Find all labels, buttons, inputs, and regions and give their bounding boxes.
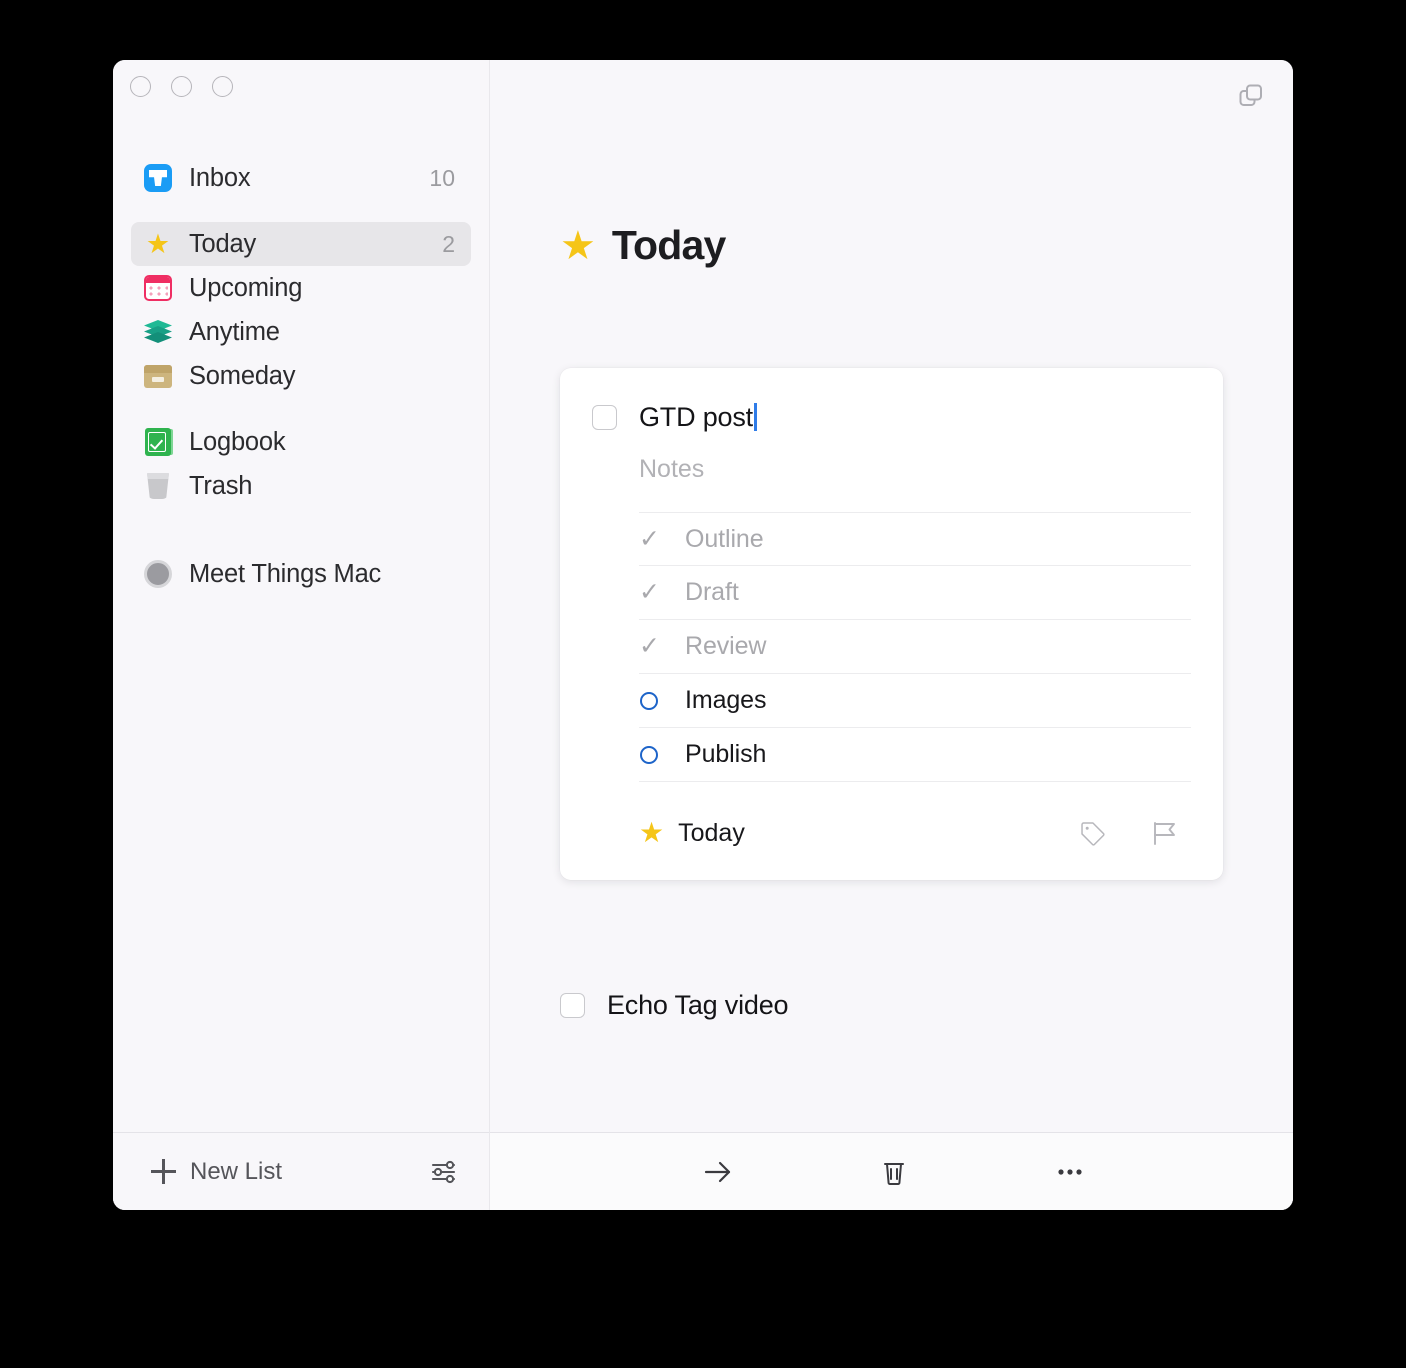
task-checkbox[interactable]: [560, 993, 585, 1018]
main-content: ★ Today GTD post Notes ✓ Outline ✓ Draft…: [490, 138, 1293, 1132]
task-card-actions: [1075, 816, 1191, 850]
sidebar-item-label: Anytime: [189, 317, 280, 346]
main-toolbar: [490, 60, 1293, 138]
star-icon: ★: [639, 817, 665, 848]
sidebar-item-count: 10: [429, 164, 455, 191]
task-row[interactable]: Echo Tag video: [560, 990, 1223, 1021]
inbox-icon: [143, 163, 173, 193]
checklist-item[interactable]: ✓ Outline: [639, 512, 1191, 566]
sidebar-item-meet-things-mac[interactable]: Meet Things Mac: [131, 552, 471, 596]
sidebar-item-label: Trash: [189, 471, 253, 500]
sidebar-item-someday[interactable]: Someday: [131, 354, 471, 398]
sidebar-item-label: Today: [189, 229, 257, 258]
calendar-icon: [143, 273, 173, 303]
sidebar-item-label: Someday: [189, 361, 296, 390]
layers-icon: [143, 317, 173, 347]
more-options-icon[interactable]: [982, 1153, 1158, 1191]
zoom-button[interactable]: [212, 76, 233, 97]
checklist-item-label: Images: [685, 686, 767, 714]
trash-icon[interactable]: [806, 1153, 982, 1191]
checklist-item[interactable]: ✓ Review: [639, 620, 1191, 674]
circle-icon[interactable]: [640, 745, 658, 764]
checklist-item[interactable]: Images: [639, 674, 1191, 728]
check-icon[interactable]: ✓: [639, 526, 660, 552]
sidebar-item-label: Logbook: [189, 427, 286, 456]
task-title-input[interactable]: GTD post: [639, 402, 757, 433]
trash-icon: [143, 471, 173, 501]
checklist-item[interactable]: Publish: [639, 728, 1191, 782]
main-panel: ★ Today GTD post Notes ✓ Outline ✓ Draft…: [490, 60, 1293, 1210]
plus-icon: [151, 1159, 176, 1184]
task-title-row: GTD post: [592, 402, 1191, 433]
checklist-item-label: Outline: [685, 524, 764, 553]
sidebar-nav: Inbox 10 ★ Today 2 Upcoming Anytime Some…: [113, 118, 489, 1132]
check-icon[interactable]: ✓: [639, 634, 660, 659]
when-button[interactable]: ★ Today: [639, 819, 745, 848]
flag-icon[interactable]: [1147, 816, 1181, 850]
when-label: Today: [678, 818, 745, 847]
page-title-row: ★ Today: [560, 222, 1223, 269]
sidebar-item-inbox[interactable]: Inbox 10: [131, 156, 471, 200]
app-window: Inbox 10 ★ Today 2 Upcoming Anytime Some…: [113, 60, 1293, 1210]
task-card-footer: ★ Today: [639, 816, 1191, 850]
duplicate-window-icon[interactable]: [1235, 80, 1269, 114]
main-footer-toolbar: [490, 1132, 1293, 1210]
tag-icon[interactable]: [1075, 816, 1109, 850]
sidebar-item-upcoming[interactable]: Upcoming: [131, 266, 471, 310]
new-list-button[interactable]: New List: [151, 1158, 427, 1186]
window-traffic-lights: [113, 60, 489, 118]
sliders-icon[interactable]: [427, 1155, 461, 1189]
sidebar-item-label: Upcoming: [189, 273, 303, 302]
task-checkbox[interactable]: [592, 405, 617, 430]
sidebar-item-today[interactable]: ★ Today 2: [131, 222, 471, 266]
checklist: ✓ Outline ✓ Draft ✓ Review Images Publis…: [639, 512, 1191, 782]
sidebar: Inbox 10 ★ Today 2 Upcoming Anytime Some…: [113, 60, 490, 1210]
star-icon: ★: [560, 223, 596, 268]
checklist-item-label: Review: [685, 632, 767, 660]
close-button[interactable]: [130, 76, 151, 97]
task-notes-input[interactable]: Notes: [639, 455, 1191, 484]
sidebar-item-count: 2: [442, 230, 455, 257]
new-list-label: New List: [190, 1157, 283, 1185]
circle-icon[interactable]: [640, 691, 658, 710]
sidebar-item-label: Inbox: [189, 163, 251, 192]
checklist-item-label: Publish: [685, 740, 767, 768]
archive-box-icon: [143, 361, 173, 391]
task-detail-card[interactable]: GTD post Notes ✓ Outline ✓ Draft ✓ Revie…: [560, 368, 1223, 880]
check-icon[interactable]: ✓: [639, 580, 660, 605]
sidebar-item-trash[interactable]: Trash: [131, 464, 471, 508]
star-icon: ★: [145, 228, 171, 259]
checklist-item-label: Draft: [685, 578, 739, 606]
logbook-icon: [143, 427, 173, 457]
sidebar-item-label: Meet Things Mac: [189, 559, 382, 588]
sidebar-item-anytime[interactable]: Anytime: [131, 310, 471, 354]
gray-circle-icon: [143, 559, 173, 589]
sidebar-item-logbook[interactable]: Logbook: [131, 420, 471, 464]
page-title: Today: [611, 222, 727, 268]
sidebar-footer: New List: [113, 1132, 489, 1210]
minimize-button[interactable]: [171, 76, 192, 97]
checklist-item[interactable]: ✓ Draft: [639, 566, 1191, 620]
task-label: Echo Tag video: [607, 990, 789, 1020]
move-arrow-icon[interactable]: [630, 1153, 806, 1191]
